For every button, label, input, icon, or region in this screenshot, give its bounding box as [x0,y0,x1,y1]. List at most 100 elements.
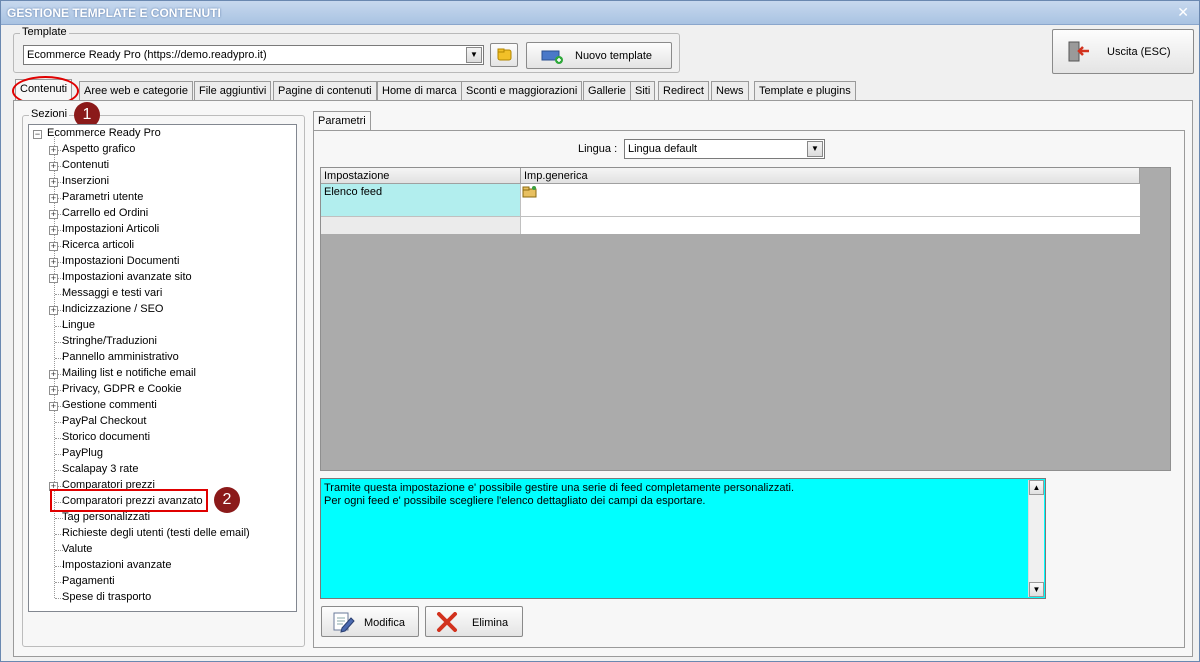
tree-item-label: Impostazioni Documenti [62,255,180,267]
tree-item-label: PayPal Checkout [62,415,147,427]
tab-home-marca[interactable]: Home di marca [377,81,462,101]
delete-label: Elimina [472,617,509,629]
lingua-select[interactable]: Lingua default ▼ [624,139,825,159]
tab-siti[interactable]: Siti [630,81,656,101]
tree-item-label: Aspetto grafico [62,143,136,155]
expand-icon[interactable]: + [49,242,58,251]
tab-pagine-contenuti[interactable]: Pagine di contenuti [273,81,377,101]
open-folder-button[interactable] [490,43,518,67]
new-template-button[interactable]: Nuovo template [526,42,672,69]
description-scrollbar[interactable]: ▲ ▼ [1028,480,1044,597]
main-window: GESTIONE TEMPLATE E CONTENUTI ✕ Template… [0,0,1200,662]
tab-template-plugins[interactable]: Template e plugins [754,81,856,101]
template-legend: Template [20,26,69,38]
scroll-down-icon[interactable]: ▼ [1029,582,1044,597]
tree-item-label: Mailing list e notifiche email [62,367,196,379]
tab-label: Pagine di contenuti [278,85,372,97]
tree-item-label: Inserzioni [62,175,110,187]
tree-item-label: Impostazioni avanzate sito [62,271,192,283]
tree-item-label: Parametri utente [62,191,144,203]
column-header[interactable]: Imp.generica [521,168,1140,184]
exit-label: Uscita (ESC) [1107,46,1171,58]
settings-grid: Impostazione Imp.generica Elenco feed [320,167,1171,471]
tab-aree-web[interactable]: Aree web e categorie [79,81,193,101]
tab-label: Template e plugins [759,85,851,97]
title-bar: GESTIONE TEMPLATE E CONTENUTI ✕ [1,1,1199,25]
delete-button[interactable]: Elimina [425,606,523,637]
expand-icon[interactable]: + [49,178,58,187]
tab-news[interactable]: News [711,81,749,101]
tree-item-label: Lingue [62,319,96,331]
expand-icon[interactable]: + [49,402,58,411]
column-header[interactable]: Impostazione [321,168,521,184]
tree-root-label: Ecommerce Ready Pro [47,127,161,139]
expand-icon[interactable]: + [49,226,58,235]
new-template-label: Nuovo template [575,50,653,62]
tab-label: Home di marca [382,85,457,97]
folder-icon [497,48,512,61]
tab-label: File aggiuntivi [199,85,267,97]
tree-item-label: Impostazioni Articoli [62,223,160,235]
tab-label: Redirect [663,85,704,97]
expand-icon[interactable]: + [49,210,58,219]
edit-label: Modifica [364,617,405,629]
exit-button[interactable]: Uscita (ESC) [1052,29,1194,74]
tab-gallerie[interactable]: Gallerie [583,81,631,101]
tree-item-label: Impostazioni avanzate [62,559,172,571]
tree-item-label: Pannello amministrativo [62,351,179,363]
tree-item-label: Gestione commenti [62,399,157,411]
expand-icon[interactable]: + [49,274,58,283]
description-box: Tramite questa impostazione e' possibile… [320,478,1046,599]
description-line: Tramite questa impostazione e' possibile… [324,482,795,494]
tree-item-label: Tag personalizzati [62,511,151,523]
tab-file-aggiuntivi[interactable]: File aggiuntivi [194,81,272,101]
tree-item-label: Valute [62,543,93,555]
step-badge-2: 2 [214,487,240,513]
annotation-box [50,489,208,512]
expand-icon[interactable]: + [49,306,58,315]
tree-item-label: Ricerca articoli [62,239,135,251]
expand-icon[interactable]: + [49,370,58,379]
delete-x-icon [437,612,457,632]
exit-door-icon [1068,41,1089,62]
tab-label: Siti [635,85,651,97]
tab-redirect[interactable]: Redirect [658,81,709,101]
edit-button[interactable]: Modifica [321,606,419,637]
sections-tree[interactable]: − Ecommerce Ready Pro + Aspetto grafico + C… [28,124,297,612]
cell-imp-generica[interactable] [521,184,1140,217]
tree-connector [54,137,55,598]
tree-item-label: Storico documenti [62,431,151,443]
tree-item-label: PayPlug [62,447,103,459]
table-row[interactable]: Elenco feed [321,184,521,217]
tree-item-label: Contenuti [62,159,110,171]
tab-label: Sconti e maggiorazioni [466,85,578,97]
chevron-down-icon[interactable]: ▼ [807,141,823,157]
tab-label: News [716,85,744,97]
tab-sconti[interactable]: Sconti e maggiorazioni [461,81,583,101]
tree-item-label: Privacy, GDPR e Cookie [62,383,182,395]
sections-legend: Sezioni [29,108,70,120]
expand-icon[interactable]: + [49,194,58,203]
add-template-icon [541,50,563,64]
expand-icon[interactable]: + [49,146,58,155]
cell-impostazione: Elenco feed [324,186,383,198]
grid-new-row [321,217,521,234]
tree-item-label: Messaggi e testi vari [62,287,163,299]
expand-icon[interactable]: + [49,386,58,395]
template-select[interactable]: Ecommerce Ready Pro (https://demo.readyp… [23,45,484,65]
tab-label: Parametri [318,115,366,127]
tree-item-label: Spese di trasporto [62,591,152,603]
close-icon[interactable]: ✕ [1177,4,1189,21]
expand-icon[interactable]: + [49,258,58,267]
edit-icon [333,612,355,633]
tab-parametri[interactable]: Parametri [313,111,371,131]
tree-item-label: Richieste degli utenti (testi delle emai… [62,527,250,539]
tree-item-label: Stringhe/Traduzioni [62,335,157,347]
tab-label: Gallerie [588,85,626,97]
expand-icon[interactable]: + [49,162,58,171]
folder-edit-icon[interactable] [522,185,538,199]
scroll-up-icon[interactable]: ▲ [1029,480,1044,495]
lingua-label: Lingua : [578,143,618,155]
chevron-down-icon[interactable]: ▼ [466,47,482,63]
collapse-icon[interactable]: − [33,130,42,139]
